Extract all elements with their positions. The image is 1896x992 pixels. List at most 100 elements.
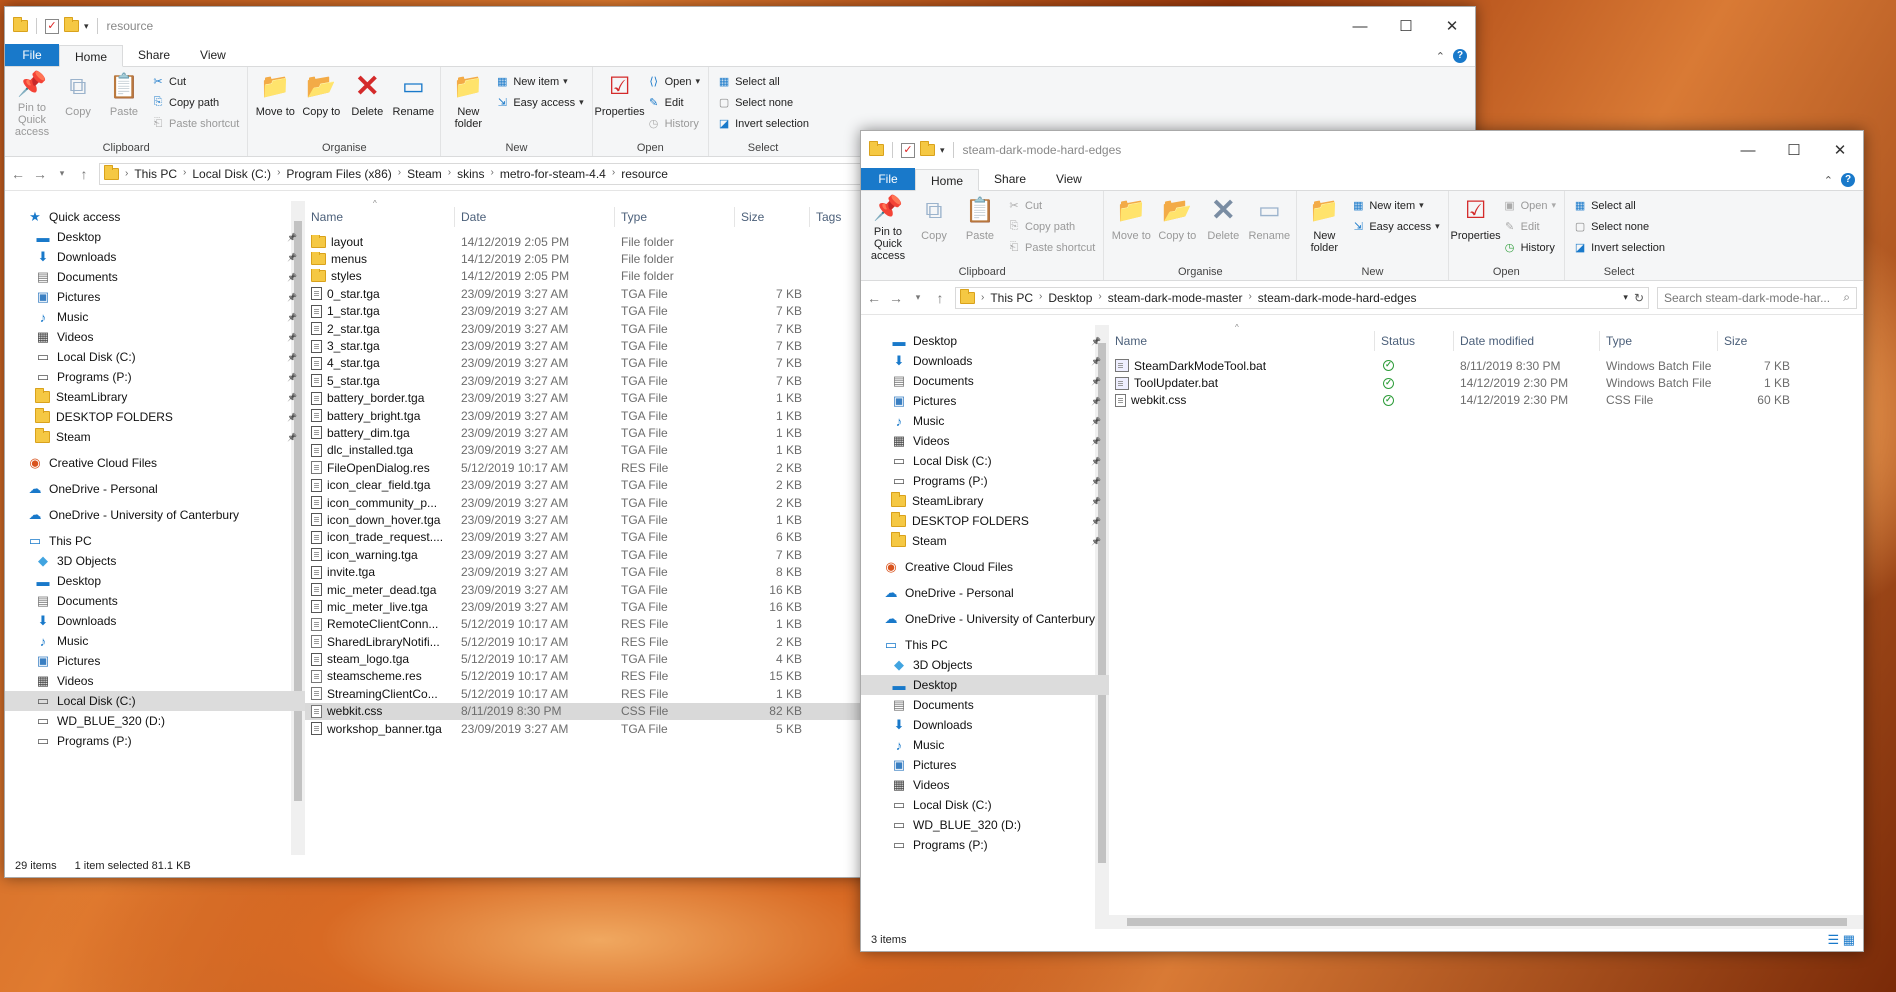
invert-selection-button[interactable]: ◪ Invert selection	[1573, 239, 1665, 256]
nav-item-documents[interactable]: ▤ Documents 📌	[861, 371, 1109, 391]
new-folder-button[interactable]: 📁 New folder	[445, 71, 491, 138]
maximize-button[interactable]: ☐	[1771, 131, 1817, 169]
delete-button[interactable]: ✕ Delete	[344, 71, 390, 138]
address-dropdown-icon[interactable]: ▾	[1623, 292, 1628, 303]
nav-item-documents[interactable]: ▤ Documents	[5, 591, 305, 611]
edit-button[interactable]: ✎ Edit	[1503, 218, 1556, 235]
breadcrumb-item[interactable]: metro-for-steam-4.4	[500, 167, 606, 181]
properties-qat-icon[interactable]: ✓	[45, 18, 59, 34]
select-all-button[interactable]: ▦ Select all	[1573, 197, 1665, 214]
select-none-button[interactable]: ▢ Select none	[717, 94, 809, 111]
pin-icon[interactable]: 📌	[287, 273, 297, 282]
nav-item-steamlibrary[interactable]: SteamLibrary 📌	[861, 491, 1109, 511]
new-item-button[interactable]: ▦ New item ▾	[495, 73, 583, 90]
cut-button[interactable]: ✂ Cut	[151, 73, 239, 90]
pin-icon[interactable]: 📌	[1091, 517, 1101, 526]
nav-item-videos[interactable]: ▦ Videos	[861, 775, 1109, 795]
collapse-ribbon-icon[interactable]: ⌃	[1824, 174, 1833, 187]
copy-button[interactable]: ⧉ Copy	[55, 71, 101, 138]
close-button[interactable]: ✕	[1429, 7, 1475, 45]
copy-button[interactable]: ⧉ Copy	[911, 195, 957, 262]
nav-item-desktop[interactable]: ▬ Desktop 📌	[5, 227, 305, 247]
properties-button[interactable]: ☑ Properties	[1451, 195, 1501, 262]
breadcrumb-item[interactable]: steam-dark-mode-master	[1108, 291, 1243, 305]
nav-item-onedrive-personal[interactable]: ☁ OneDrive - Personal	[5, 479, 305, 499]
pin-icon[interactable]: 📌	[1091, 357, 1101, 366]
nav-item-programs-p[interactable]: ▭ Programs (P:) 📌	[861, 471, 1109, 491]
easy-access-button[interactable]: ⇲ Easy access ▾	[495, 94, 584, 111]
breadcrumb-item[interactable]: Desktop	[1048, 291, 1092, 305]
nav-item-creative-cloud-files[interactable]: ◉ Creative Cloud Files	[861, 557, 1109, 577]
paste-button[interactable]: 📋 Paste	[957, 195, 1003, 262]
up-arrow-icon[interactable]: ↑	[933, 290, 947, 306]
nav-item-desktop-folders[interactable]: DESKTOP FOLDERS 📌	[5, 407, 305, 427]
nav-item-wd-blue-320-d[interactable]: ▭ WD_BLUE_320 (D:)	[861, 815, 1109, 835]
breadcrumb-item[interactable]: This PC	[134, 167, 177, 181]
pin-quick-access-button[interactable]: 📌 Pin to Quick access	[865, 195, 911, 263]
breadcrumb-item[interactable]: skins	[457, 167, 484, 181]
open-button[interactable]: ⟨⟩ Open ▾	[647, 73, 700, 90]
search-input[interactable]: Search steam-dark-mode-har... ⌕	[1657, 286, 1857, 309]
pin-icon[interactable]: 📌	[287, 373, 297, 382]
forward-arrow-icon[interactable]: →	[889, 290, 903, 306]
select-all-button[interactable]: ▦ Select all	[717, 73, 809, 90]
nav-item-downloads[interactable]: ⬇ Downloads 📌	[861, 351, 1109, 371]
nav-item-programs-p[interactable]: ▭ Programs (P:) 📌	[5, 367, 305, 387]
tab-file[interactable]: File	[5, 44, 59, 66]
nav-item-steamlibrary[interactable]: SteamLibrary 📌	[5, 387, 305, 407]
select-none-button[interactable]: ▢ Select none	[1573, 218, 1665, 235]
horizontal-scrollbar[interactable]	[1109, 915, 1863, 929]
breadcrumb-item[interactable]: Steam	[407, 167, 442, 181]
nav-item-local-disk-c[interactable]: ▭ Local Disk (C:) 📌	[861, 451, 1109, 471]
minimize-button[interactable]: —	[1725, 131, 1771, 169]
column-name[interactable]: Name	[1109, 331, 1375, 351]
properties-button[interactable]: ☑ Properties	[595, 71, 645, 138]
paste-shortcut-button[interactable]: ⎗ Paste shortcut	[151, 115, 240, 132]
pin-icon[interactable]: 📌	[1091, 457, 1101, 466]
paste-shortcut-button[interactable]: ⎗ Paste shortcut	[1007, 239, 1096, 256]
pin-icon[interactable]: 📌	[287, 333, 297, 342]
properties-qat-icon[interactable]: ✓	[901, 142, 915, 158]
nav-item-this-pc[interactable]: ▭ This PC	[861, 635, 1109, 655]
tab-share[interactable]: Share	[123, 44, 185, 66]
nav-item-pictures[interactable]: ▣ Pictures 📌	[5, 287, 305, 307]
column-size[interactable]: Size	[1718, 331, 1798, 351]
pin-icon[interactable]: 📌	[287, 233, 297, 242]
pin-icon[interactable]: 📌	[1091, 537, 1101, 546]
nav-item-downloads[interactable]: ⬇ Downloads	[861, 715, 1109, 735]
nav-item-music[interactable]: ♪ Music	[5, 631, 305, 651]
nav-item-pictures[interactable]: ▣ Pictures 📌	[861, 391, 1109, 411]
column-name[interactable]: Name	[305, 207, 455, 227]
rename-button[interactable]: ▭ Rename	[1246, 195, 1292, 262]
view-toggle-icons[interactable]: ☰ ▦	[1827, 932, 1855, 948]
tab-share[interactable]: Share	[979, 168, 1041, 190]
pin-icon[interactable]: 📌	[1091, 497, 1101, 506]
move-to-button[interactable]: 📁 Move to	[1108, 195, 1154, 262]
column-size[interactable]: Size	[735, 207, 810, 227]
nav-item-quick-access[interactable]: ★ Quick access	[5, 207, 305, 227]
help-icon[interactable]: ?	[1453, 49, 1467, 63]
nav-item-steam[interactable]: Steam 📌	[861, 531, 1109, 551]
nav-item-local-disk-c[interactable]: ▭ Local Disk (C:)	[861, 795, 1109, 815]
customize-qat-dropdown[interactable]: ▾	[940, 145, 945, 156]
forward-arrow-icon[interactable]: →	[33, 166, 47, 182]
help-icon[interactable]: ?	[1841, 173, 1855, 187]
column-type[interactable]: Type	[1600, 331, 1718, 351]
history-button[interactable]: ◷ History	[1503, 239, 1556, 256]
close-button[interactable]: ✕	[1817, 131, 1863, 169]
nav-item-videos[interactable]: ▦ Videos	[5, 671, 305, 691]
pin-icon[interactable]: 📌	[1091, 437, 1101, 446]
pin-icon[interactable]: 📌	[287, 433, 297, 442]
pin-icon[interactable]: 📌	[1091, 417, 1101, 426]
new-folder-qat-icon[interactable]	[64, 17, 79, 32]
nav-item-downloads[interactable]: ⬇ Downloads	[5, 611, 305, 631]
nav-item-local-disk-c[interactable]: ▭ Local Disk (C:) 📌	[5, 347, 305, 367]
pin-quick-access-button[interactable]: 📌 Pin to Quick access	[9, 71, 55, 139]
pin-icon[interactable]: 📌	[287, 413, 297, 422]
pin-icon[interactable]: 📌	[287, 353, 297, 362]
paste-button[interactable]: 📋 Paste	[101, 71, 147, 138]
breadcrumb-item[interactable]: resource	[621, 167, 668, 181]
pin-icon[interactable]: 📌	[287, 393, 297, 402]
breadcrumb-item[interactable]: Program Files (x86)	[286, 167, 391, 181]
up-arrow-icon[interactable]: ↑	[77, 166, 91, 182]
